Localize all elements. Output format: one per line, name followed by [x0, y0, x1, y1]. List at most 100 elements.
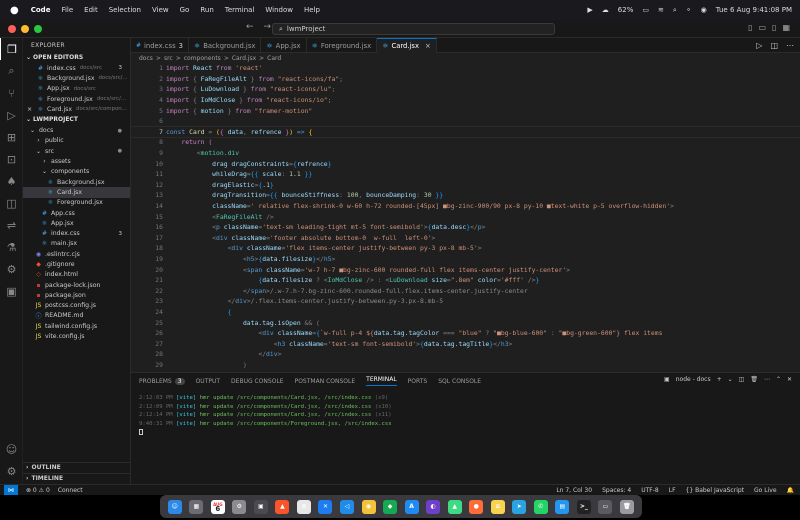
breadcrumb-item[interactable]: docs: [139, 55, 153, 62]
code-line[interactable]: 11 whileDrag={{ scale: 1.1 }}: [131, 169, 800, 180]
split-editor-icon[interactable]: ◫: [770, 41, 778, 50]
terminal-icon[interactable]: >_: [576, 499, 591, 514]
tab-card-jsx[interactable]: ⚛ Card.jsx ×: [377, 38, 437, 53]
minimize-window-button[interactable]: [21, 25, 29, 33]
go-live-button[interactable]: Go Live: [754, 487, 776, 494]
panel-tab-ports[interactable]: PORTS: [408, 378, 428, 385]
menu-window[interactable]: Window: [265, 6, 293, 14]
menu-file[interactable]: File: [61, 6, 73, 14]
open-editor-item[interactable]: × ⚛ Card.jsx docs/src/compon...: [23, 104, 130, 114]
file-tree-item[interactable]: ⚛ Foreground.jsx: [23, 198, 130, 208]
code-line[interactable]: 25 data.tag.isOpen && (: [131, 317, 800, 328]
xcode-icon[interactable]: ✕: [318, 499, 333, 514]
file-tree-item[interactable]: ⚛ main.jsx: [23, 239, 130, 249]
indentation[interactable]: Spaces: 4: [602, 487, 631, 494]
remote-indicator-icon[interactable]: ⋈: [4, 484, 18, 496]
code-line[interactable]: 28 </div>: [131, 349, 800, 360]
code-line[interactable]: 3 import { LuDownload } from "react-icons…: [131, 84, 800, 95]
android-studio-icon[interactable]: ▲: [447, 499, 462, 514]
brave-icon[interactable]: ▲: [275, 499, 290, 514]
terminal-output[interactable]: 2:12:03 PM [vite] hmr update /src/compon…: [131, 389, 800, 443]
open-editors-section[interactable]: ⌄ OPEN EDITORS: [23, 52, 130, 63]
siri-icon[interactable]: ◉: [701, 6, 707, 14]
remote-explorer-icon[interactable]: ⊡: [0, 148, 23, 170]
file-tree-item[interactable]: ◉ .eslintrc.cjs: [23, 249, 130, 259]
menu-terminal[interactable]: Terminal: [225, 6, 255, 14]
problems-status[interactable]: ⊗ 0 ⚠ 0: [26, 487, 50, 494]
chrome-icon[interactable]: ◉: [361, 499, 376, 514]
battery-icon[interactable]: ▭: [642, 6, 649, 14]
code-line[interactable]: 19 <h5>{data.filesize}</h5>: [131, 254, 800, 265]
split-terminal-icon[interactable]: ◫: [739, 376, 745, 383]
wifi-icon[interactable]: ≋: [658, 6, 664, 14]
menu-run[interactable]: Run: [200, 6, 213, 14]
system-info-icon[interactable]: ▣: [253, 499, 268, 514]
new-terminal-icon[interactable]: +: [717, 376, 722, 383]
language-mode[interactable]: {} Babel JavaScript: [686, 487, 745, 494]
code-line[interactable]: 21 {data.filesize ? <IoMdClose /> : <LuD…: [131, 275, 800, 286]
open-editor-item[interactable]: ⚛ App.jsx docs/src: [23, 84, 130, 94]
code-line[interactable]: 17 <div className='footer absolute botto…: [131, 233, 800, 244]
vscode-icon[interactable]: ◁: [340, 499, 355, 514]
open-editor-item[interactable]: # index.css docs/src 3: [23, 63, 130, 73]
telegram-icon[interactable]: ➤: [512, 499, 527, 514]
mongodb-icon[interactable]: ◆: [383, 499, 398, 514]
connect-status[interactable]: Connect: [58, 487, 83, 494]
panel-tab-output[interactable]: OUTPUT: [196, 378, 220, 385]
media-icon[interactable]: ▶: [587, 6, 592, 14]
trash-icon[interactable]: 🗑: [750, 376, 758, 383]
file-tree-item[interactable]: # App.css: [23, 208, 130, 218]
menu-help[interactable]: Help: [304, 6, 320, 14]
file-tree-item[interactable]: JS postcss.config.js: [23, 301, 130, 311]
panel-tab-terminal[interactable]: TERMINAL: [366, 376, 397, 386]
chevron-down-icon[interactable]: ⌄: [728, 376, 733, 383]
command-center-search[interactable]: ⌕ lwmProject: [272, 23, 555, 35]
tab-foreground-jsx[interactable]: ⚛ Foreground.jsx: [307, 38, 378, 53]
open-editor-item[interactable]: ⚛ Foreground.jsx docs/src/...: [23, 94, 130, 104]
launchpad-icon[interactable]: ▦: [189, 499, 204, 514]
back-arrow-icon[interactable]: ←: [246, 22, 254, 32]
tab-app-jsx[interactable]: ⚛ App.jsx: [261, 38, 307, 53]
file-tree-item[interactable]: ⌄ components: [23, 167, 130, 177]
github-icon[interactable]: ◐: [426, 499, 441, 514]
panel-tab-debug-console[interactable]: DEBUG CONSOLE: [231, 378, 284, 385]
file-tree-item[interactable]: ⓘ README.md: [23, 311, 130, 321]
search-icon[interactable]: ⌕: [0, 60, 23, 82]
postman-icon[interactable]: ●: [469, 499, 484, 514]
menu-edit[interactable]: Edit: [84, 6, 98, 14]
notes-icon[interactable]: ≡: [490, 499, 505, 514]
code-line[interactable]: 8 return (: [131, 137, 800, 148]
code-line[interactable]: 7 const Card = ({ data, refrence }) => {: [131, 125, 800, 139]
code-line[interactable]: 10 drag dragConstraints={refrence}: [131, 158, 800, 169]
code-line[interactable]: 26 <div className={`w-full p-4 ${data.ta…: [131, 328, 800, 339]
panel-tab-postman-console[interactable]: POSTMAN CONSOLE: [295, 378, 356, 385]
menu-go[interactable]: Go: [180, 6, 190, 14]
docker-icon[interactable]: ▤: [555, 499, 570, 514]
file-tree-item[interactable]: ▪ package.json: [23, 290, 130, 300]
code-line[interactable]: 22 </span>/.w-7.h-7.bg-zinc-600.rounded-…: [131, 285, 800, 296]
whatsapp-icon[interactable]: ✆: [533, 499, 548, 514]
manage-gear-icon[interactable]: ⚙: [0, 460, 23, 482]
breadcrumb-item[interactable]: Card: [267, 55, 281, 62]
file-tree-item[interactable]: › assets: [23, 156, 130, 166]
close-window-button[interactable]: [8, 25, 16, 33]
outline-section[interactable]: › OUTLINE: [23, 462, 131, 472]
file-tree-item[interactable]: ⚛ App.jsx: [23, 218, 130, 228]
run-icon[interactable]: ▷: [756, 41, 762, 50]
file-tree-item[interactable]: ⚛ Background.jsx: [23, 177, 130, 187]
code-line[interactable]: 12 dragElastic={.1}: [131, 180, 800, 191]
control-center-icon[interactable]: ⚬: [686, 6, 692, 14]
close-icon[interactable]: ×: [27, 106, 32, 113]
file-tree-item[interactable]: # index.css 3: [23, 228, 130, 238]
app-store-icon[interactable]: A: [404, 499, 419, 514]
code-line[interactable]: 13 dragTransition={{ bounceStiffness: 10…: [131, 190, 800, 201]
code-line[interactable]: 29 ): [131, 360, 800, 371]
code-line[interactable]: 6: [131, 116, 800, 127]
preview-icon[interactable]: ▭: [598, 499, 613, 514]
toggle-sidebar-icon[interactable]: ▯: [748, 23, 752, 32]
close-icon[interactable]: ×: [425, 42, 431, 50]
cloud-icon[interactable]: ☁: [602, 6, 609, 14]
database-icon[interactable]: ◫: [0, 192, 23, 214]
menu-code[interactable]: Code: [31, 6, 51, 14]
extensions-icon[interactable]: ⊞: [0, 126, 23, 148]
